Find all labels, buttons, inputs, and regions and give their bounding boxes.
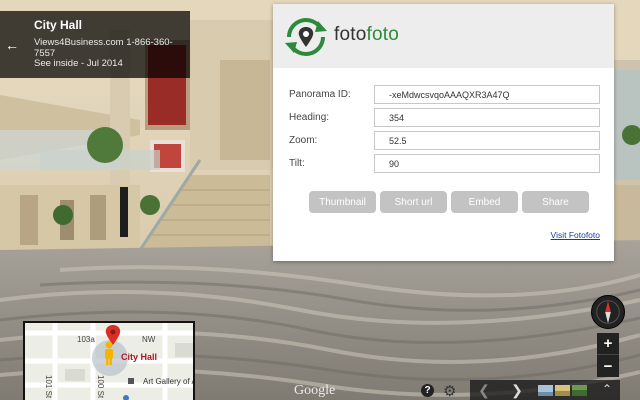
logo-suffix: foto [366,24,399,45]
location-title: City Hall [34,18,83,32]
street-label-101st: 101 St [44,375,53,399]
visit-fotofoto-link[interactable]: Visit Fotofoto [551,230,600,240]
zoom-in-button[interactable]: + [597,333,619,355]
photo-thumbnail-2[interactable] [555,385,570,396]
street-label-nw: NW [142,335,156,344]
compass-icon[interactable] [591,295,625,329]
see-inside-date[interactable]: See inside - Jul 2014 [34,58,123,69]
heading-field[interactable] [374,108,600,127]
heading-label: Heading: [289,112,330,123]
zoom-label: Zoom: [289,135,318,146]
short-url-button[interactable]: Short url [380,191,447,213]
fotofoto-logo-icon [285,18,327,56]
street-label-100st: 100 St [96,375,105,399]
thumbnail-button[interactable]: Thumbnail [309,191,376,213]
tilt-row: Tilt: [289,154,600,173]
map-poi-label: Art Gallery of A [143,377,195,386]
expand-icon[interactable]: ⌃ [602,382,612,396]
location-contact[interactable]: Views4Business.com 1-866-360-7557 [34,37,190,59]
zoom-controls: + − [597,333,619,377]
help-icon[interactable]: ? [421,384,434,397]
map-place-label: City Hall [121,352,158,362]
action-buttons: Thumbnail Short url Embed Share [309,191,589,213]
popup-header: fotofoto [273,4,614,68]
panorama-id-field[interactable] [374,85,600,104]
mini-map[interactable]: 103a 101 St 100 St NW City Hall Art Gall… [23,321,195,400]
fotofoto-popup: fotofoto Panorama ID: Heading: Zoom: Til… [273,4,614,261]
panorama-id-label: Panorama ID: [289,89,351,100]
heading-row: Heading: [289,108,600,127]
panorama-id-row: Panorama ID: [289,85,600,104]
tilt-label: Tilt: [289,158,305,169]
photo-navigation-bar: ❮ ❯ ⌃ [470,380,620,400]
chevron-right-icon[interactable]: ❯ [507,380,527,400]
chevron-left-icon[interactable]: ❮ [474,380,494,400]
logo-prefix: foto [334,24,367,45]
photo-thumbnail-3[interactable] [572,385,587,396]
street-label-103a: 103a [77,335,95,344]
zoom-out-button[interactable]: − [597,355,619,377]
zoom-row: Zoom: [289,131,600,150]
tilt-field[interactable] [374,154,600,173]
google-logo: Google [294,383,336,398]
zoom-field[interactable] [374,131,600,150]
location-info-card: ← City Hall Views4Business.com 1-866-360… [0,11,190,78]
gear-icon[interactable]: ⚙ [443,382,456,400]
share-button[interactable]: Share [522,191,589,213]
back-button[interactable]: ← [0,11,24,78]
arrow-left-icon: ← [5,36,19,53]
fotofoto-logo-text: fotofoto [334,24,399,46]
photo-thumbnail-1[interactable] [538,385,553,396]
embed-button[interactable]: Embed [451,191,518,213]
